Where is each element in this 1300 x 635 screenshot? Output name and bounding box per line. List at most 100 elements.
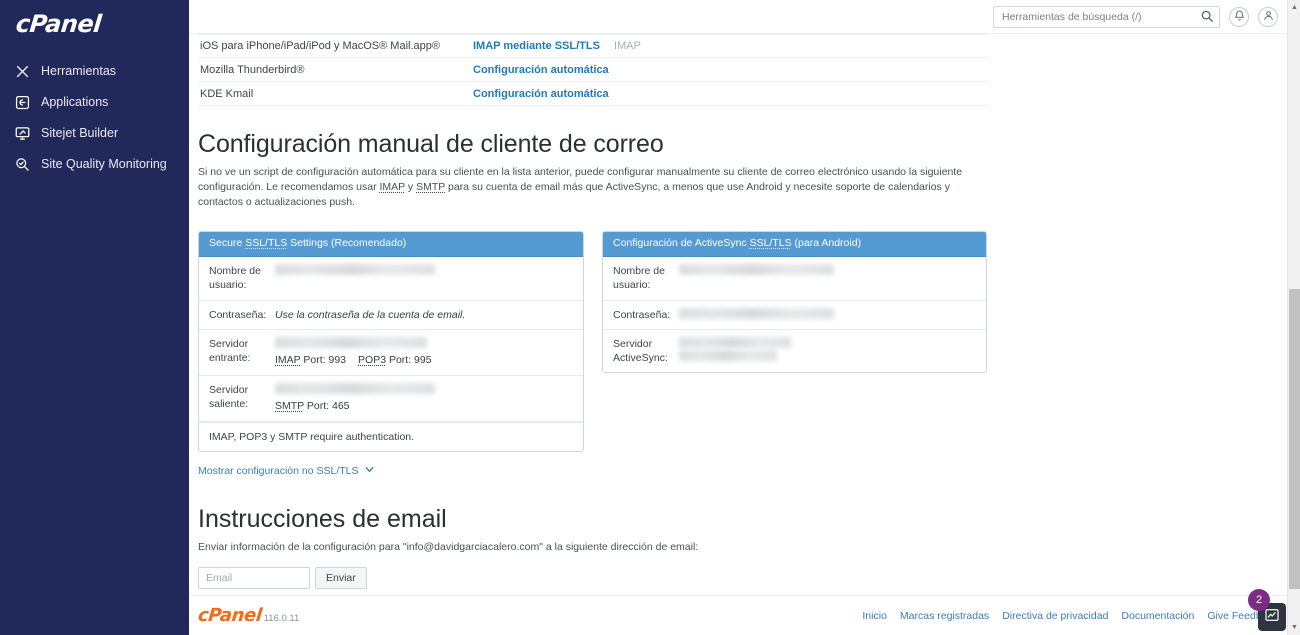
field-label: Contraseña: (209, 308, 267, 321)
field-label: Contraseña: (613, 308, 671, 321)
autoconfig-link[interactable]: Configuración automática (473, 64, 609, 76)
imap-abbr: IMAP (379, 181, 405, 194)
client-links: IMAP mediante SSL/TLS IMAP (473, 40, 641, 52)
page-title: Configuración manual de cliente de corre… (198, 130, 664, 158)
footer-link-documentacion[interactable]: Documentación (1121, 610, 1194, 622)
sitejet-builder-icon (14, 125, 31, 142)
search-wrapper (993, 5, 1220, 28)
applications-icon (14, 94, 31, 111)
redacted-value (275, 264, 435, 276)
email-field[interactable] (198, 566, 310, 589)
chevron-down-icon (364, 464, 375, 478)
sidebar-item-label: Site Quality Monitoring (41, 156, 167, 171)
ssl-panel-footnote: IMAP, POP3 y SMTP require authentication… (199, 421, 583, 451)
sidebar-item-label: Herramientas (41, 63, 117, 78)
vertical-scrollbar[interactable]: ▲ ▼ (1287, 0, 1300, 635)
footer-brand: cPanel 116.0.11 (196, 604, 300, 626)
ssl-tls-abbr: SSL/TLS (749, 236, 792, 249)
cpanel-footer-logo: cPanel (196, 604, 263, 626)
redacted-value (679, 336, 791, 348)
as-row-username: Nombre de usuario: (603, 257, 986, 301)
sidebar: cPanel Herramientas Applications Sitejet… (0, 0, 189, 635)
ssl-row-outgoing-server: Servidor saliente: SMTP Port: 465 (199, 376, 583, 422)
field-value: SMTP Port: 465 (275, 382, 583, 414)
notifications-button[interactable] (1229, 6, 1249, 27)
bell-icon (1234, 9, 1245, 24)
pop3-port: Port: 995 (388, 354, 432, 367)
scrollbar-thumb[interactable] (1289, 289, 1300, 589)
send-button[interactable]: Enviar (315, 566, 367, 589)
client-links: Configuración automática (473, 88, 609, 100)
account-button[interactable] (1258, 6, 1278, 27)
smtp-abbr: SMTP (275, 399, 304, 412)
topbar (189, 0, 1300, 34)
footer-link-inicio[interactable]: Inicio (862, 610, 887, 622)
client-name: KDE Kmail (200, 87, 254, 100)
field-label: Nombre de usuario: (613, 265, 665, 292)
sidebar-brand[interactable]: cPanel (0, 0, 189, 46)
main-column: iOS para iPhone/iPad/iPod y MacOS® Mail.… (189, 0, 1300, 635)
chat-widget-icon (1264, 607, 1280, 628)
section-title-instructions: Instrucciones de email (198, 504, 447, 533)
ssl-row-incoming-server: Servidor entrante: IMAP Port: 993 POP3 Po… (199, 330, 583, 376)
table-row: iOS para iPhone/iPad/iPod y MacOS® Mail.… (198, 34, 988, 58)
sidebar-item-label: Sitejet Builder (41, 125, 119, 140)
autoconfig-link[interactable]: Configuración automática (473, 88, 609, 100)
ssl-row-username: Nombre de usuario: (199, 257, 583, 301)
field-value (679, 264, 986, 292)
chat-unread-badge: 2 (1248, 589, 1270, 611)
field-value: Use la contraseña de la cuenta de email. (275, 308, 466, 321)
show-non-ssl-settings-link[interactable]: Mostrar configuración no SSL/TLS (198, 464, 375, 478)
sidebar-item-label: Applications (41, 94, 109, 109)
footer-link-directiva-de-privacidad[interactable]: Directiva de privacidad (1002, 610, 1108, 622)
imap-abbr: IMAP (275, 354, 301, 367)
site-quality-monitoring-icon (14, 156, 31, 173)
search-input[interactable] (993, 5, 1220, 28)
ssl-settings-panel: Secure SSL/TLS Settings (Recomendado) No… (198, 230, 584, 452)
as-header-pre: Configuración de ActiveSync (613, 236, 750, 249)
ssl-tls-abbr: SSL/TLS (245, 236, 288, 249)
toggle-label: Mostrar configuración no SSL/TLS (198, 464, 359, 477)
redacted-value (679, 307, 834, 319)
content-inner: iOS para iPhone/iPad/iPod y MacOS® Mail.… (189, 34, 1285, 595)
as-row-password: Contraseña: (603, 301, 986, 330)
search-icon[interactable] (1200, 9, 1215, 24)
ssl-header-post: Settings (Recomendado) (287, 236, 407, 249)
autoconfig-link-imap-ssl[interactable]: IMAP mediante SSL/TLS (473, 40, 600, 52)
as-header-post: (para Android) (791, 236, 862, 249)
scroll-up-arrow[interactable]: ▲ (1291, 4, 1298, 11)
sidebar-item-applications[interactable]: Applications (0, 87, 189, 118)
autoconfig-link-imap[interactable]: IMAP (614, 40, 641, 52)
app-root: cPanel Herramientas Applications Sitejet… (0, 0, 1300, 635)
pop3-abbr: POP3 (358, 354, 387, 367)
sidebar-item-herramientas[interactable]: Herramientas (0, 56, 189, 87)
field-value (679, 336, 986, 365)
footer: cPanel 116.0.11 Inicio Marcas registrada… (189, 595, 1300, 635)
footer-link-marcas-registradas[interactable]: Marcas registradas (900, 610, 989, 622)
mail-client-table: iOS para iPhone/iPad/iPod y MacOS® Mail.… (198, 34, 988, 106)
field-label: Servidor entrante: (209, 338, 251, 365)
field-label: Servidor ActiveSync: (613, 337, 668, 364)
email-instructions-form: Enviar (198, 566, 1285, 589)
ssl-header-pre: Secure (209, 236, 246, 249)
redacted-value (275, 382, 435, 394)
version-label: 116.0.11 (263, 612, 300, 624)
settings-panels: Secure SSL/TLS Settings (Recomendado) No… (198, 230, 1285, 452)
field-value (679, 307, 986, 322)
table-row: Mozilla Thunderbird® Configuración autom… (198, 58, 988, 82)
sidebar-item-sitejet-builder[interactable]: Sitejet Builder (0, 118, 189, 149)
cpanel-logo: cPanel (14, 10, 103, 38)
imap-port: Port: 993 (303, 354, 347, 367)
ssl-row-password: Contraseña: Use la contraseña de la cuen… (199, 301, 583, 331)
instructions-text: Enviar información de la configuración p… (198, 540, 699, 553)
sidebar-item-site-quality-monitoring[interactable]: Site Quality Monitoring (0, 149, 189, 180)
as-row-server: Servidor ActiveSync: (603, 330, 986, 372)
footer-links: Inicio Marcas registradas Directiva de p… (862, 610, 1278, 622)
outgoing-ports: SMTP Port: 465 (275, 399, 573, 414)
field-label: Nombre de usuario: (209, 265, 261, 292)
redacted-value (275, 337, 427, 349)
sidebar-nav: Herramientas Applications Sitejet Builde… (0, 56, 189, 180)
smtp-abbr: SMTP (416, 181, 446, 194)
manual-lead: Si no ve un script de configuración auto… (198, 165, 973, 211)
scroll-down-arrow[interactable]: ▼ (1291, 624, 1298, 631)
